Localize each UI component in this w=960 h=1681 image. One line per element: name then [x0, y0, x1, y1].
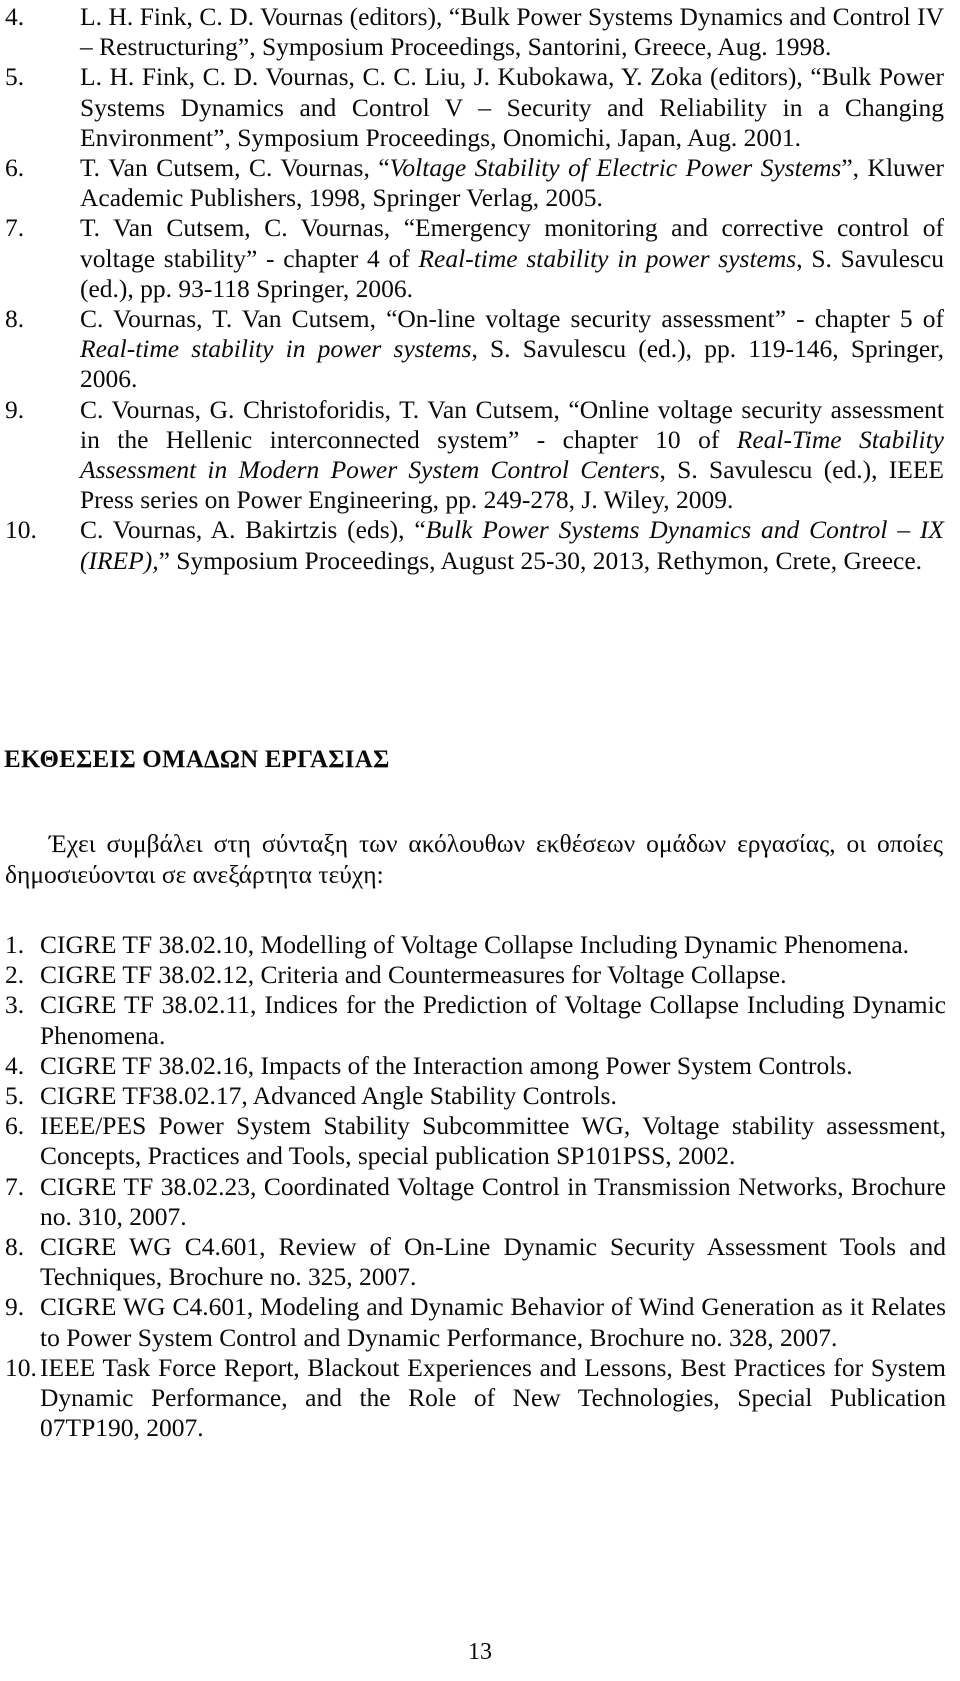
- working-group-item: 7. CIGRE TF 38.02.23, Coordinated Voltag…: [4, 1172, 952, 1232]
- reference-item: 6. T. Van Cutsem, C. Vournas, “Voltage S…: [4, 153, 952, 213]
- reference-item: 9. C. Vournas, G. Christoforidis, T. Van…: [4, 395, 952, 516]
- working-group-item: 1. CIGRE TF 38.02.10, Modelling of Volta…: [4, 930, 952, 960]
- reference-number: 10.: [5, 515, 37, 545]
- working-group-text: CIGRE TF 38.02.11, Indices for the Predi…: [40, 990, 946, 1050]
- document-page: 4. L. H. Fink, C. D. Vournas (editors), …: [0, 0, 960, 1681]
- working-group-number: 9.: [5, 1292, 25, 1322]
- working-group-number: 1.: [5, 930, 25, 959]
- reference-item: 7. T. Van Cutsem, C. Vournas, “Emergency…: [4, 213, 952, 304]
- working-group-text: CIGRE WG C4.601, Review of On-Line Dynam…: [40, 1232, 946, 1292]
- reference-item: 5. L. H. Fink, C. D. Vournas, C. C. Liu,…: [4, 62, 952, 153]
- reference-number: 9.: [5, 394, 25, 424]
- working-group-text: CIGRE WG C4.601, Modeling and Dynamic Be…: [40, 1292, 946, 1352]
- reference-item: 8. C. Vournas, T. Van Cutsem, “On-line v…: [4, 304, 952, 395]
- reference-text: C. Vournas, T. Van Cutsem, “On-line volt…: [80, 304, 952, 395]
- section-heading: ΕΚΘΕΣΕΙΣ ΟΜΑΔΩΝ ΕΡΓΑΣΙΑΣ: [4, 746, 390, 773]
- reference-text: L. H. Fink, C. D. Vournas, C. C. Liu, J.…: [80, 62, 944, 152]
- reference-number: 5.: [5, 62, 25, 92]
- reference-title-italic: Real-time stability in power systems: [80, 334, 472, 364]
- working-group-text: CIGRE TF 38.02.16, Impacts of the Intera…: [40, 1050, 853, 1080]
- reference-text: T. Van Cutsem, C. Vournas, “Voltage Stab…: [80, 153, 952, 213]
- reference-number: 6.: [5, 153, 25, 183]
- reference-text-part: C. Vournas, T. Van Cutsem, “On-line volt…: [80, 304, 944, 334]
- references-list: 4. L. H. Fink, C. D. Vournas (editors), …: [4, 2, 952, 576]
- working-group-item: 6. IEEE/PES Power System Stability Subco…: [4, 1111, 952, 1171]
- working-group-text: IEEE/PES Power System Stability Subcommi…: [40, 1111, 946, 1171]
- working-group-number: 8.: [5, 1232, 25, 1262]
- reference-text-part: C. Vournas, A. Bakirtzis (eds), “: [80, 515, 426, 545]
- reference-title-italic: Real-time stability in power systems: [418, 243, 797, 273]
- reference-number: 4.: [5, 2, 25, 31]
- working-group-item: 5. CIGRE TF38.02.17, Advanced Angle Stab…: [4, 1081, 952, 1111]
- working-group-item: 4. CIGRE TF 38.02.16, Impacts of the Int…: [4, 1051, 952, 1081]
- reference-item: 10. C. Vournas, A. Bakirtzis (eds), “Bul…: [4, 515, 952, 575]
- page-number: 13: [468, 1639, 492, 1665]
- intro-paragraph: Έχει συμβάλει στη σύνταξη των ακόλουθων …: [5, 829, 943, 889]
- working-group-number: 10.: [5, 1352, 37, 1382]
- working-group-item: 8. CIGRE WG C4.601, Review of On-Line Dy…: [4, 1232, 952, 1292]
- reference-text-part: ” Symposium Proceedings, August 25-30, 2…: [158, 545, 923, 575]
- working-group-item: 3. CIGRE TF 38.02.11, Indices for the Pr…: [4, 990, 952, 1050]
- working-group-number: 4.: [5, 1050, 25, 1080]
- working-group-number: 6.: [5, 1111, 25, 1141]
- reference-text: C. Vournas, G. Christoforidis, T. Van Cu…: [80, 395, 952, 516]
- working-group-number: 5.: [5, 1081, 25, 1111]
- reference-item: 4. L. H. Fink, C. D. Vournas (editors), …: [4, 2, 952, 62]
- working-group-item: 10. IEEE Task Force Report, Blackout Exp…: [4, 1353, 952, 1444]
- working-group-text: CIGRE TF 38.02.12, Criteria and Counterm…: [40, 960, 787, 990]
- reference-text: C. Vournas, A. Bakirtzis (eds), “Bulk Po…: [80, 515, 952, 575]
- working-group-text: CIGRE TF38.02.17, Advanced Angle Stabili…: [40, 1081, 617, 1111]
- working-group-item: 9. CIGRE WG C4.601, Modeling and Dynamic…: [4, 1292, 952, 1352]
- working-group-reports-list: 1. CIGRE TF 38.02.10, Modelling of Volta…: [4, 930, 952, 1443]
- working-group-number: 3.: [5, 990, 25, 1020]
- reference-number: 7.: [5, 213, 25, 243]
- working-group-number: 7.: [5, 1171, 25, 1201]
- reference-text-part: T. Van Cutsem, C. Vournas, “: [80, 153, 390, 183]
- reference-title-italic: Voltage Stability of Electric Power Syst…: [389, 153, 842, 183]
- reference-text: L. H. Fink, C. D. Vournas (editors), “Bu…: [80, 2, 944, 62]
- working-group-text: IEEE Task Force Report, Blackout Experie…: [40, 1352, 946, 1443]
- reference-text: T. Van Cutsem, C. Vournas, “Emergency mo…: [80, 213, 952, 304]
- working-group-text: CIGRE TF 38.02.23, Coordinated Voltage C…: [40, 1171, 946, 1231]
- working-group-item: 2. CIGRE TF 38.02.12, Criteria and Count…: [4, 960, 952, 990]
- reference-number: 8.: [5, 304, 25, 334]
- working-group-text: CIGRE TF 38.02.10, Modelling of Voltage …: [40, 930, 910, 959]
- working-group-number: 2.: [5, 960, 25, 990]
